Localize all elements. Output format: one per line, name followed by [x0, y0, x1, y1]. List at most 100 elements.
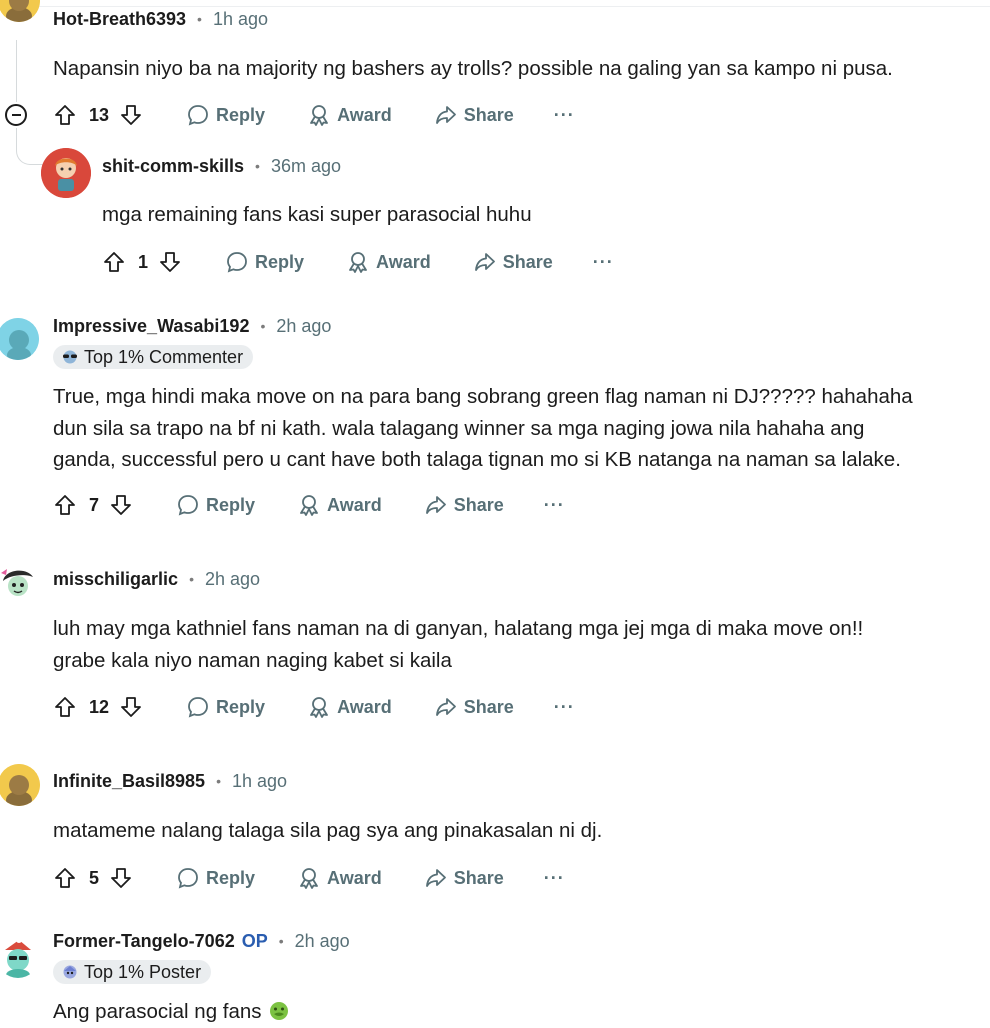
- comment-actions: 12 Reply Award Share ···: [52, 691, 575, 723]
- comment-body: matameme nalang talaga sila pag sya ang …: [53, 815, 602, 847]
- meta-separator: •: [255, 158, 260, 174]
- reply-label: Reply: [216, 104, 266, 125]
- more-options-button[interactable]: ···: [544, 868, 565, 889]
- award-label: Award: [327, 867, 382, 888]
- comment-time[interactable]: 36m ago: [271, 156, 341, 177]
- op-badge: OP: [241, 930, 268, 951]
- reply-button[interactable]: Reply: [186, 103, 265, 127]
- award-icon: [300, 495, 318, 516]
- comment-author[interactable]: Former-Tangelo-7062: [53, 931, 235, 952]
- downvote-icon[interactable]: [108, 492, 134, 518]
- comment-line: grabe kala niyo naman naging kabet si ka…: [53, 648, 452, 672]
- reply-label: Reply: [206, 867, 256, 888]
- upvote-icon[interactable]: [52, 865, 78, 891]
- comment-line: dun sila sa trapo na bf ni kath. wala ta…: [53, 416, 865, 440]
- award-label: Award: [327, 494, 382, 515]
- sunglasses-icon: [63, 350, 77, 364]
- comment-time[interactable]: 1h ago: [232, 771, 287, 792]
- nauseated-face-emoji: [269, 1002, 288, 1020]
- comment-line: Ang parasocial ng fans: [53, 996, 290, 1028]
- reply-label: Reply: [255, 251, 305, 272]
- comment-actions: 13 Reply Award Share ···: [52, 99, 575, 131]
- share-label: Share: [463, 696, 514, 717]
- comment-author[interactable]: Hot-Breath6393: [53, 9, 186, 30]
- avatar[interactable]: [0, 318, 39, 360]
- thread-line: [16, 40, 17, 102]
- upvote-icon[interactable]: [52, 102, 78, 128]
- reply-label: Reply: [216, 696, 266, 717]
- vote-count: 1: [138, 251, 149, 272]
- upvote-icon[interactable]: [52, 694, 78, 720]
- thread-curve: [16, 140, 43, 165]
- award-button[interactable]: Award: [307, 695, 392, 719]
- downvote-icon[interactable]: [118, 694, 144, 720]
- avatar[interactable]: [41, 148, 91, 198]
- comment-author[interactable]: Impressive_Wasabi192: [53, 316, 249, 337]
- comment-author[interactable]: Infinite_Basil8985: [53, 771, 205, 792]
- award-button[interactable]: Award: [307, 103, 392, 127]
- share-button[interactable]: Share: [424, 493, 504, 517]
- share-button[interactable]: Share: [473, 250, 553, 274]
- reply-bubble-icon: [178, 868, 198, 889]
- vote-group: 13: [52, 102, 144, 128]
- more-options-button[interactable]: ···: [554, 697, 575, 718]
- reply-button[interactable]: Reply: [186, 695, 265, 719]
- collapse-icon[interactable]: [5, 104, 27, 126]
- meta-separator: •: [260, 318, 266, 334]
- reply-bubble-icon: [178, 495, 198, 516]
- vote-count: 5: [89, 867, 100, 888]
- vote-group: 12: [52, 694, 144, 720]
- share-button[interactable]: Share: [434, 103, 514, 127]
- avatar[interactable]: [0, 764, 40, 806]
- vote-group: 5: [52, 865, 134, 891]
- share-arrow-icon: [425, 496, 446, 514]
- upvote-icon[interactable]: [52, 492, 78, 518]
- more-options-button[interactable]: ···: [554, 105, 575, 126]
- comment-line: Napansin niyo ba na majority ng bashers …: [53, 57, 893, 80]
- comment-line: luh may mga kathniel fans naman na di ga…: [53, 617, 864, 640]
- vote-group: 1: [101, 249, 183, 275]
- share-arrow-icon: [425, 869, 446, 887]
- comment-time[interactable]: 2h ago: [276, 316, 331, 337]
- avatar[interactable]: [0, 0, 40, 22]
- avatar[interactable]: [0, 936, 39, 978]
- comment-time[interactable]: 2h ago: [295, 931, 350, 952]
- comment-line: True, mga hindi maka move on na para ban…: [53, 385, 913, 408]
- reply-bubble-icon: [227, 252, 247, 273]
- comment-body: Ang parasocial ng fans: [53, 996, 290, 1028]
- share-arrow-icon: [474, 253, 495, 271]
- share-button[interactable]: Share: [434, 695, 514, 719]
- award-button[interactable]: Award: [346, 250, 431, 274]
- more-options-button[interactable]: ···: [593, 252, 614, 273]
- upvote-icon[interactable]: [101, 249, 127, 275]
- award-button[interactable]: Award: [297, 493, 382, 517]
- comment-body: luh may mga kathniel fans naman na di ga…: [53, 613, 863, 676]
- downvote-icon[interactable]: [118, 102, 144, 128]
- avatar[interactable]: [0, 563, 39, 605]
- downvote-icon[interactable]: [108, 865, 134, 891]
- reply-button[interactable]: Reply: [225, 250, 304, 274]
- comment-line: ganda, successful pero u cant have both …: [53, 448, 901, 471]
- comment-text: Ang parasocial ng fans: [53, 1000, 262, 1023]
- badge-label: Top 1% Commenter: [84, 346, 244, 367]
- badge-label: Top 1% Poster: [84, 961, 202, 982]
- reply-bubble-icon: [188, 105, 208, 126]
- share-label: Share: [453, 494, 504, 515]
- more-options-button[interactable]: ···: [544, 495, 565, 516]
- reply-button[interactable]: Reply: [176, 866, 255, 890]
- comment-time[interactable]: 1h ago: [213, 9, 268, 30]
- award-icon: [310, 697, 328, 718]
- comment-line: matameme nalang talaga sila pag sya ang …: [53, 819, 603, 842]
- comment-author[interactable]: misschiligarlic: [53, 569, 178, 590]
- share-label: Share: [502, 251, 553, 272]
- vote-count: 12: [89, 696, 110, 717]
- award-button[interactable]: Award: [297, 866, 382, 890]
- comment-author[interactable]: shit-comm-skills: [102, 156, 244, 177]
- comment-time[interactable]: 2h ago: [205, 569, 260, 590]
- vote-group: 7: [52, 492, 134, 518]
- downvote-icon[interactable]: [157, 249, 183, 275]
- comment-body: True, mga hindi maka move on na para ban…: [53, 381, 913, 476]
- share-button[interactable]: Share: [424, 866, 504, 890]
- reply-button[interactable]: Reply: [176, 493, 255, 517]
- comment-line: mga remaining fans kasi super parasocial…: [102, 203, 532, 226]
